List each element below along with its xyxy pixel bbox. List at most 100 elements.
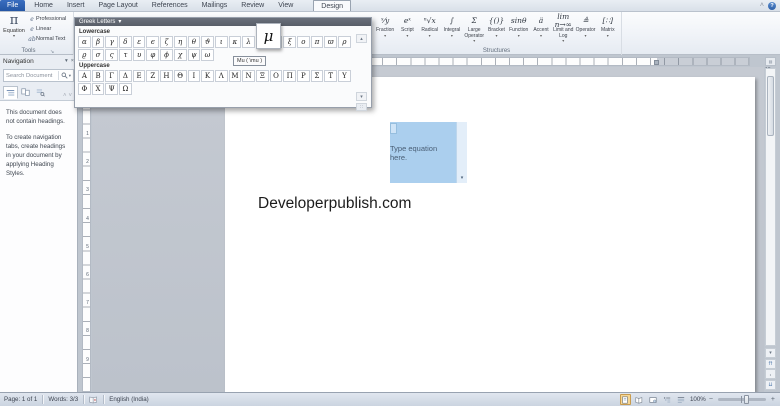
greek-letter-cell[interactable]: υ [133,49,146,61]
greek-letter-cell[interactable]: Δ [119,70,132,82]
structure-button[interactable]: [∷] Matrix ▾ [597,13,619,47]
greek-letter-cell[interactable]: ϖ [324,36,337,48]
greek-letter-cell[interactable]: Π [283,70,296,82]
greek-letter-cell[interactable]: σ [92,49,105,61]
greek-letter-cell[interactable]: ω [201,49,214,61]
greek-letter-cell[interactable]: τ [119,49,132,61]
ribbon-tab[interactable]: View [271,0,300,11]
greek-letter-cell[interactable]: ο [297,36,310,48]
greek-letter-cell[interactable]: Ο [270,70,283,82]
greek-letter-cell[interactable]: Ε [133,70,146,82]
greek-letter-cell[interactable]: Χ [92,83,105,95]
greek-letter-cell[interactable]: χ [174,49,187,61]
greek-letter-cell[interactable]: Υ [338,70,351,82]
tab-browse-results[interactable] [33,86,48,99]
vertical-ruler[interactable]: 1 2 3 4 5 6 7 8 [82,67,91,392]
equation-button[interactable]: π Equation ▾ [1,13,27,46]
zoom-in-button[interactable]: + [771,395,775,405]
gallery-header[interactable]: Greek Letters ▾ [75,18,371,26]
ribbon-tab[interactable]: References [145,0,195,11]
greek-letter-cell[interactable]: ε [133,36,146,48]
web-layout-view-button[interactable] [648,394,659,405]
greek-letter-cell[interactable]: ψ [188,49,201,61]
greek-letter-cell[interactable]: Ν [242,70,255,82]
greek-letter-cell[interactable]: Θ [174,70,187,82]
greek-letter-cell[interactable]: δ [119,36,132,48]
greek-letter-cell[interactable]: ζ [160,36,173,48]
content-control-handle[interactable] [390,123,397,134]
ribbon-tab[interactable]: Page Layout [91,0,144,11]
equation-field[interactable]: Type equation here. [390,122,456,183]
gallery-scroll-down[interactable]: ▾ [356,92,367,101]
search-icon[interactable] [61,72,68,79]
greek-letter-cell[interactable]: Μ [229,70,242,82]
help-icon[interactable]: ? [768,2,776,10]
greek-letter-cell[interactable]: ς [105,49,118,61]
document-page[interactable]: Type equation here. ▾ Developerpublish.c… [225,77,755,392]
ribbon-tab[interactable]: Review [234,0,271,11]
greek-letter-cell[interactable]: λ [242,36,255,48]
language-indicator[interactable]: English (India) [109,396,149,403]
ribbon-tab[interactable]: Insert [60,0,92,11]
structure-button[interactable]: sinθ Function ▾ [508,13,530,47]
zoom-slider-thumb[interactable] [744,395,749,404]
tools-button[interactable]: e Linear [28,24,74,34]
greek-letter-cell[interactable]: Α [78,70,91,82]
search-input[interactable]: Search Document ▾ [3,69,74,82]
greek-letter-cell[interactable]: Ω [119,83,132,95]
chevron-down-icon[interactable]: ▾ [69,73,71,79]
greek-letter-cell[interactable]: Φ [78,83,91,95]
ruler-toggle-button[interactable]: ▤ [765,57,776,66]
scrollbar-thumb[interactable] [767,76,774,136]
scrollbar-track[interactable] [765,68,776,346]
chevron-down-icon[interactable]: ▾ [457,175,467,181]
structure-button[interactable]: lim n→∞ Limit and Log ▾ [552,13,574,47]
zoom-out-button[interactable]: − [709,395,713,405]
scroll-down-button[interactable]: ▾ [765,348,776,358]
document-text[interactable]: Developerpublish.com [258,195,411,213]
ribbon-tab[interactable]: Home [27,0,60,11]
ribbon-tab[interactable]: Design [313,0,351,11]
gallery-scroll-up[interactable]: ▴ [356,34,367,43]
greek-letter-cell[interactable]: ϕ [160,49,173,61]
greek-letter-cell[interactable]: Κ [201,70,214,82]
structure-button[interactable]: {()} Bracket ▾ [485,13,507,47]
greek-letter-cell[interactable]: Ζ [146,70,159,82]
greek-letter-cell[interactable]: φ [146,49,159,61]
zoom-level[interactable]: 100% [690,396,706,403]
ribbon-tab[interactable]: File [0,0,25,11]
greek-letter-cell[interactable]: Τ [324,70,337,82]
previous-page-button[interactable]: ⇈ [765,359,776,369]
greek-letter-cell[interactable]: α [78,36,91,48]
structure-button[interactable]: ˣ⁄y Fraction ▾ [374,13,396,47]
greek-letter-cell[interactable]: ι [215,36,228,48]
greek-letter-cell[interactable]: Η [160,70,173,82]
ribbon-tab[interactable]: Mailings [195,0,235,11]
tab-browse-headings[interactable] [3,86,18,99]
minimize-ribbon-icon[interactable]: ˄ [760,1,764,11]
margin-marker[interactable] [654,60,659,65]
greek-letter-cell[interactable]: θ [188,36,201,48]
structure-button[interactable]: ⁿ√x Radical ▾ [419,13,441,47]
structure-button[interactable]: ä Accent ▾ [530,13,552,47]
greek-letter-cell[interactable]: γ [105,36,118,48]
page-indicator[interactable]: Page: 1 of 1 [4,396,37,403]
equation-options-strip[interactable]: ▾ [456,122,467,183]
tab-browse-pages[interactable] [18,86,33,99]
greek-letter-cell[interactable]: ϱ [78,49,91,61]
hovered-letter-preview[interactable]: μ [256,23,281,49]
greek-letter-cell[interactable]: ρ [338,36,351,48]
word-count[interactable]: Words: 3/3 [48,396,78,403]
greek-letter-cell[interactable]: Β [92,70,105,82]
greek-letter-cell[interactable]: Ι [188,70,201,82]
greek-letter-cell[interactable]: ϵ [146,36,159,48]
outline-view-button[interactable] [662,394,673,405]
greek-letter-cell[interactable]: π [311,36,324,48]
tools-button[interactable]: e Professional [28,14,74,24]
gallery-resize-grip[interactable]: ∷ [356,103,367,111]
zoom-slider[interactable] [718,398,766,401]
fullscreen-reading-view-button[interactable] [634,394,645,405]
print-layout-view-button[interactable] [620,394,631,405]
greek-letter-cell[interactable]: Ρ [297,70,310,82]
greek-letter-cell[interactable]: Γ [105,70,118,82]
